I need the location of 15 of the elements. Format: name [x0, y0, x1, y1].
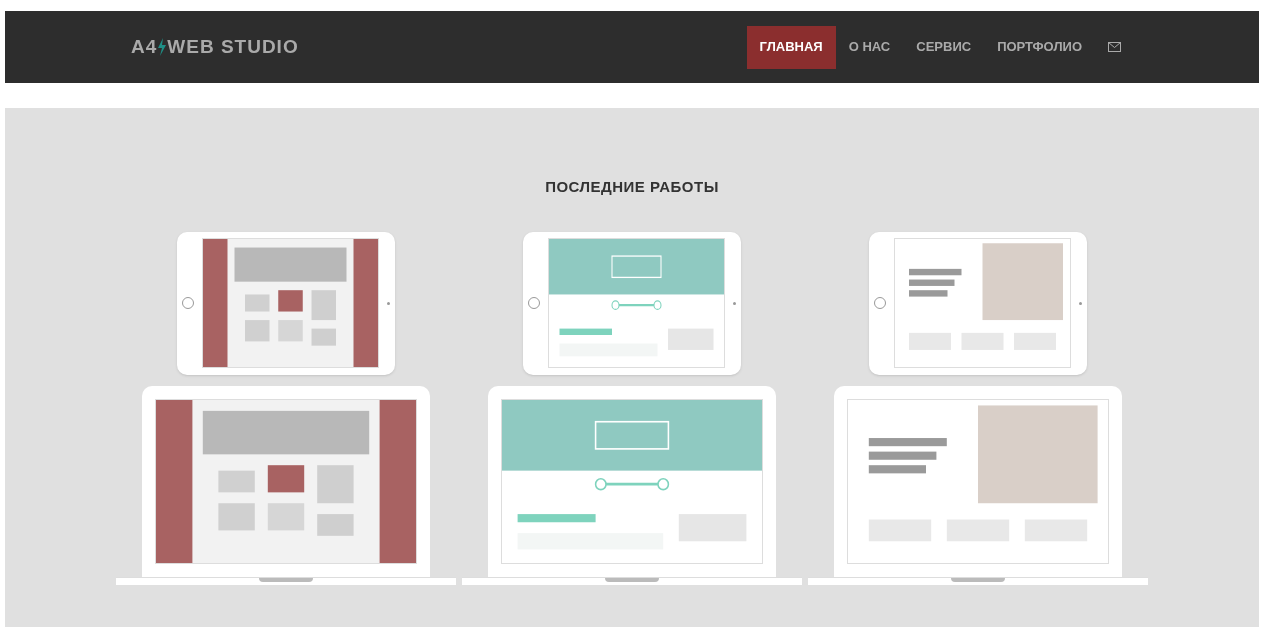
trackpad-notch-icon — [259, 577, 313, 582]
lightning-bolt-icon — [158, 38, 167, 56]
logo-text: A4 — [131, 34, 158, 59]
nav-link[interactable]: ПОРТФОЛИО — [984, 25, 1095, 69]
camera-icon — [1079, 301, 1082, 305]
nav-link[interactable]: СЕРВИС — [903, 25, 985, 69]
camera-icon — [733, 301, 736, 305]
camera-icon — [387, 301, 390, 305]
nav-link[interactable]: О НАС — [835, 25, 904, 69]
logo-text: WEB STUDIO — [167, 34, 299, 59]
trackpad-notch-icon — [951, 577, 1005, 582]
section-title: ПОСЛЕДНИЕ РАБОТЫ — [545, 177, 719, 197]
mail-icon[interactable] — [1108, 42, 1121, 52]
trackpad-notch-icon — [605, 577, 659, 582]
nav-link[interactable]: ГЛАВНАЯ — [746, 25, 836, 69]
